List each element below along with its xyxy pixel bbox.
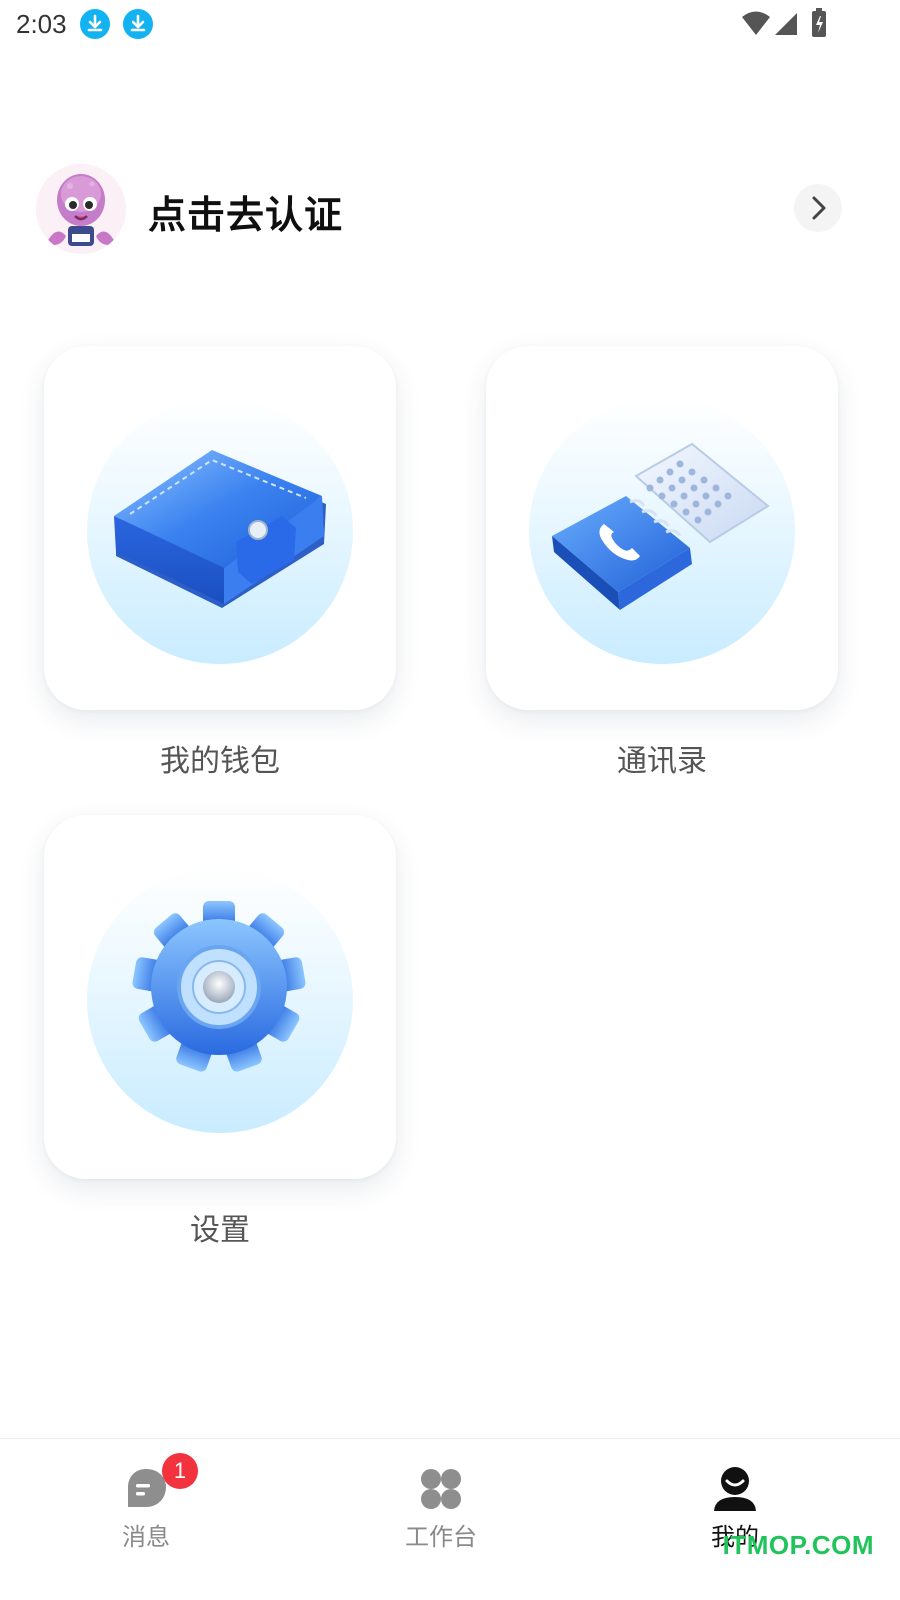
verify-prompt-title[interactable]: 点击去认证 [148,184,343,239]
signal-icon [775,13,797,35]
wallet-card[interactable] [44,346,396,710]
tab-workbench-label: 工作台 [405,1523,477,1551]
tab-messages-label: 消息 [122,1523,170,1551]
watermark: ITMOP.COM [722,1530,874,1560]
bottom-nav: 1 消息 工作台 我的 [0,1438,900,1600]
unread-badge: 1 [162,1453,198,1489]
profile-row[interactable]: 点击去认证 [36,164,866,254]
download-icon [123,9,153,39]
chevron-right-icon[interactable] [794,184,842,232]
settings-label: 设置 [190,1213,250,1248]
status-bar: 2:03 [0,0,900,48]
user-icon [714,1467,756,1511]
status-time: 2:03 [16,9,67,39]
wallet-icon [114,450,326,608]
battery-charging-icon [812,8,826,37]
settings-card[interactable] [44,815,396,1179]
contacts-label: 通讯录 [617,744,707,779]
octopus-avatar [36,164,126,254]
tab-workbench[interactable]: 工作台 [361,1439,521,1559]
contacts-card[interactable] [486,346,838,710]
tab-messages[interactable]: 1 消息 [66,1439,226,1559]
avatar[interactable] [36,164,126,254]
contacts-book-icon [552,442,770,610]
gear-icon [132,901,306,1072]
wallet-label: 我的钱包 [160,744,280,779]
status-icons [742,8,826,37]
download-icon [80,9,110,39]
wifi-icon [742,11,770,35]
workbench-icon [421,1469,461,1509]
